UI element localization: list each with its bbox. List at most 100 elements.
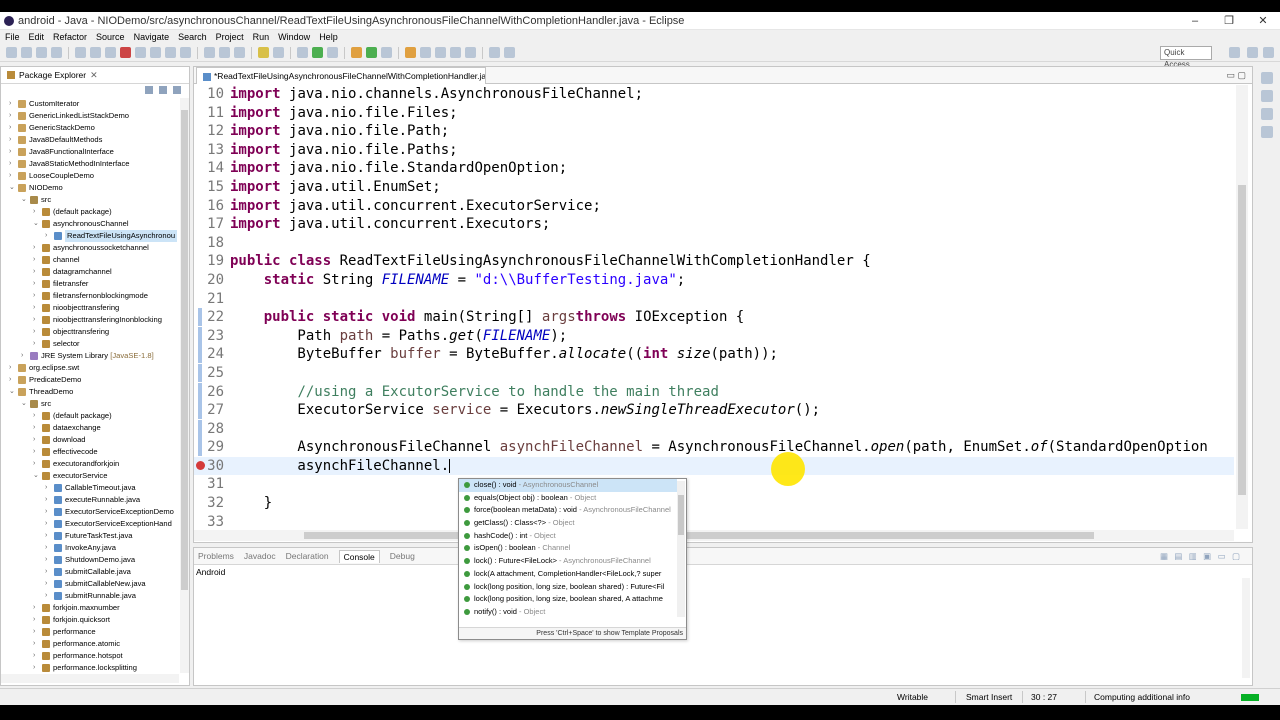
collapsed-twisty-icon[interactable]: › <box>33 662 41 674</box>
collapsed-twisty-icon[interactable]: › <box>9 110 17 122</box>
tree-item[interactable]: › download <box>1 434 179 446</box>
proposal-item[interactable]: equals(Object obj) : boolean - Object <box>459 492 677 505</box>
code-area[interactable]: 10 import java.nio.channels.AsynchronousF… <box>194 85 1234 529</box>
collapsed-twisty-icon[interactable]: › <box>33 290 41 302</box>
resume-icon[interactable] <box>90 47 101 58</box>
new-package-icon[interactable] <box>366 47 377 58</box>
tree-item[interactable]: › org.eclipse.swt <box>1 362 179 374</box>
collapsed-twisty-icon[interactable]: › <box>45 554 53 566</box>
tree-item[interactable]: › CustomIterator <box>1 98 179 110</box>
tree-scrollbar[interactable] <box>180 98 189 673</box>
menu-file[interactable]: File <box>5 32 20 42</box>
code-line[interactable]: 18 <box>194 234 1234 253</box>
tree-item[interactable]: ⌄ executorService <box>1 470 179 482</box>
collapsed-twisty-icon[interactable]: › <box>45 230 53 242</box>
collapsed-twisty-icon[interactable]: › <box>45 506 53 518</box>
code-line[interactable]: 22 public static void main(String[] args… <box>194 308 1234 327</box>
new-java-project-icon[interactable] <box>351 47 362 58</box>
code-line[interactable]: 14 import java.nio.file.StandardOpenOptio… <box>194 159 1234 178</box>
skip-breakpoints-icon[interactable] <box>75 47 86 58</box>
tree-item[interactable]: › Java8StaticMethodInInterface <box>1 158 179 170</box>
open-file-icon[interactable] <box>420 47 431 58</box>
forward-icon[interactable] <box>504 47 515 58</box>
maximize-button[interactable]: ❐ <box>1212 12 1246 30</box>
collapsed-twisty-icon[interactable]: › <box>33 638 41 650</box>
tab-declaration[interactable]: Declaration <box>286 551 329 561</box>
tree-item[interactable]: › dataexchange <box>1 422 179 434</box>
collapsed-twisty-icon[interactable]: › <box>33 650 41 662</box>
new-class-icon[interactable] <box>381 47 392 58</box>
tree-item[interactable]: › executeRunnable.java <box>1 494 179 506</box>
open-type-icon[interactable] <box>204 47 215 58</box>
next-annotation-icon[interactable] <box>450 47 461 58</box>
view-menu-icon[interactable] <box>173 86 181 94</box>
code-line[interactable]: 11 import java.nio.file.Files; <box>194 104 1234 123</box>
tree-item[interactable]: › forkjoin.quicksort <box>1 614 179 626</box>
code-line[interactable]: 10 import java.nio.channels.AsynchronousF… <box>194 85 1234 104</box>
code-line[interactable]: 30 asynchFileChannel. <box>194 456 1234 476</box>
code-line[interactable]: 21 <box>194 290 1234 309</box>
tree-item[interactable]: › performance.locksplitting <box>1 662 179 674</box>
tree-horizontal-scrollbar[interactable] <box>1 674 179 683</box>
scroll-thumb[interactable] <box>678 495 684 535</box>
step-over-icon[interactable] <box>165 47 176 58</box>
tree-item[interactable]: › submitCallableNew.java <box>1 578 179 590</box>
menu-help[interactable]: Help <box>319 32 338 42</box>
collapsed-twisty-icon[interactable]: › <box>33 302 41 314</box>
tree-item[interactable]: › performance <box>1 626 179 638</box>
editor-horizontal-scrollbar[interactable] <box>194 530 1234 541</box>
code-line[interactable]: 32 } <box>194 494 1234 513</box>
tree-item[interactable]: ⌄ src <box>1 194 179 206</box>
collapsed-twisty-icon[interactable]: › <box>45 578 53 590</box>
collapsed-twisty-icon[interactable]: › <box>33 314 41 326</box>
tree-item[interactable]: › nioobjecttransfering <box>1 302 179 314</box>
collapsed-twisty-icon[interactable]: › <box>9 98 17 110</box>
proposal-item[interactable]: force(boolean metaData) : void - Asynchr… <box>459 504 677 517</box>
expanded-twisty-icon[interactable]: ⌄ <box>9 182 17 194</box>
tree-item[interactable]: › ShutdownDemo.java <box>1 554 179 566</box>
collapsed-twisty-icon[interactable]: › <box>9 134 17 146</box>
menu-project[interactable]: Project <box>216 32 244 42</box>
expanded-twisty-icon[interactable]: ⌄ <box>33 470 41 482</box>
tree-item[interactable]: ⌄ asynchronousChannel <box>1 218 179 230</box>
tree-item[interactable]: › channel <box>1 254 179 266</box>
collapsed-twisty-icon[interactable]: › <box>33 458 41 470</box>
previous-annotation-icon[interactable] <box>465 47 476 58</box>
proposal-scrollbar[interactable] <box>677 481 685 617</box>
code-line[interactable]: 17 import java.util.concurrent.Executors; <box>194 215 1234 234</box>
toggle-mark-icon[interactable] <box>273 47 284 58</box>
collapsed-twisty-icon[interactable]: › <box>9 122 17 134</box>
tree-item[interactable]: ⌄ NIODemo <box>1 182 179 194</box>
collapsed-twisty-icon[interactable]: › <box>33 266 41 278</box>
outline-icon[interactable] <box>1261 90 1273 102</box>
proposal-item[interactable]: close() : void - AsynchronousChannel <box>459 479 677 492</box>
collapsed-twisty-icon[interactable]: › <box>45 542 53 554</box>
expanded-twisty-icon[interactable]: ⌄ <box>9 386 17 398</box>
tree-item[interactable]: › Java8DefaultMethods <box>1 134 179 146</box>
collapsed-twisty-icon[interactable]: › <box>45 566 53 578</box>
perspective-java-icon[interactable] <box>1229 47 1240 58</box>
code-line[interactable]: 19 public class ReadTextFileUsingAsynchro… <box>194 252 1234 271</box>
overview-ruler[interactable] <box>1247 85 1252 529</box>
proposal-item[interactable]: getClass() : Class<?> - Object <box>459 517 677 530</box>
menu-edit[interactable]: Edit <box>29 32 45 42</box>
scroll-thumb[interactable] <box>1238 185 1246 495</box>
disconnect-icon[interactable] <box>135 47 146 58</box>
collapsed-twisty-icon[interactable]: › <box>33 278 41 290</box>
tab-debug[interactable]: Debug <box>390 551 415 561</box>
terminate-icon[interactable] <box>120 47 131 58</box>
code-line[interactable]: 26 //using a ExcutorService to handle th… <box>194 382 1234 402</box>
code-line[interactable]: 25 <box>194 363 1234 383</box>
back-icon[interactable] <box>489 47 500 58</box>
collapsed-twisty-icon[interactable]: › <box>33 614 41 626</box>
save-all-icon[interactable] <box>36 47 47 58</box>
tree-item[interactable]: › LooseCoupleDemo <box>1 170 179 182</box>
collapsed-twisty-icon[interactable]: › <box>45 494 53 506</box>
tree-item[interactable]: › FutureTaskTest.java <box>1 530 179 542</box>
tree-item[interactable]: › performance.atomic <box>1 638 179 650</box>
collapsed-twisty-icon[interactable]: › <box>33 242 41 254</box>
proposal-item[interactable]: lock(long position, long size, boolean s… <box>459 581 677 594</box>
code-line[interactable]: 33 <box>194 513 1234 529</box>
code-line[interactable]: 29 AsynchronousFileChannel asynchFileCha… <box>194 438 1234 457</box>
tree-item[interactable]: › submitRunnable.java <box>1 590 179 602</box>
